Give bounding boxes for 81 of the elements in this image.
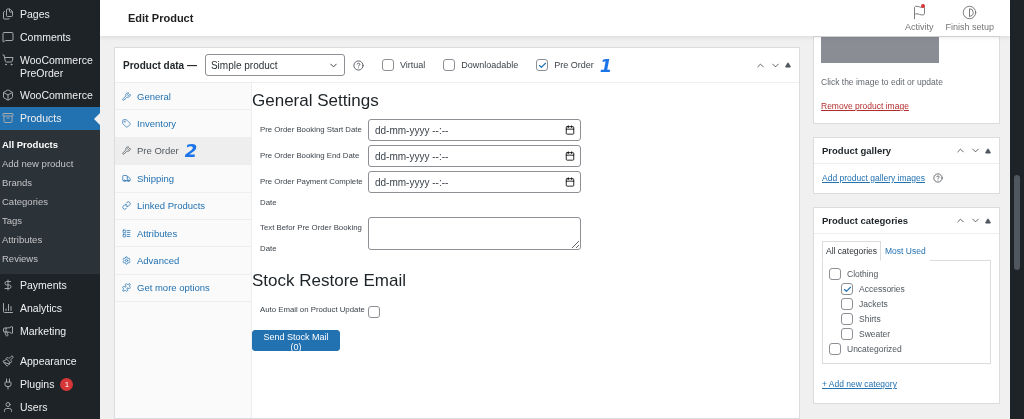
panel-tab[interactable]: Pre Order 2 <box>115 137 251 166</box>
submenu-item[interactable]: Brands <box>0 173 100 192</box>
submenu-item[interactable]: Attributes <box>0 230 100 249</box>
calendar-icon[interactable] <box>565 177 575 187</box>
truck-icon <box>122 173 131 183</box>
scrollbar[interactable] <box>1010 0 1024 419</box>
image-caption: Click the image to edit or update <box>821 77 944 87</box>
card-title: Product categories <box>822 215 909 226</box>
tag-icon <box>122 119 131 129</box>
submenu-item[interactable]: Add new product <box>0 154 100 173</box>
collapse-icon[interactable] <box>785 62 791 68</box>
checkbox[interactable] <box>536 59 549 71</box>
category-label: Shirts <box>859 314 881 324</box>
collapse-icon[interactable] <box>985 217 991 224</box>
sidebar-item[interactable]: Pages <box>0 3 100 26</box>
count-badge: 1 <box>60 378 74 391</box>
category-tab[interactable]: All categories <box>822 241 882 261</box>
sidebar-item[interactable]: Appearance <box>0 350 100 373</box>
date-field[interactable]: dd-mm-yyyy --:-- <box>368 171 581 193</box>
checkbox[interactable] <box>368 306 380 318</box>
category-label: Accessories <box>859 284 905 294</box>
paintbrush-icon <box>2 352 16 367</box>
category-label: Uncategorized <box>847 344 902 354</box>
annotation-number: 1 <box>599 54 613 76</box>
wrench-icon <box>122 146 131 156</box>
date-field[interactable]: dd-mm-yyyy --:-- <box>368 145 581 167</box>
submenu-item[interactable]: Tags <box>0 211 100 230</box>
product-type-select[interactable]: Simple product <box>204 54 345 76</box>
sidebar-item[interactable]: Products <box>0 107 100 130</box>
link-icon <box>122 201 131 211</box>
add-gallery-link[interactable]: Add product gallery images <box>822 173 925 183</box>
help-icon[interactable] <box>933 173 943 183</box>
section-heading: Stock Restore Email <box>252 271 407 291</box>
checkbox[interactable] <box>829 343 841 355</box>
header-action[interactable]: Finish setup <box>939 4 1000 32</box>
panel-title: Product data — <box>123 59 197 71</box>
option-label: Pre Order <box>554 60 594 70</box>
add-category-link[interactable]: + Add new category <box>822 379 897 389</box>
collapse-icon[interactable] <box>985 147 991 154</box>
flag-icon <box>911 4 927 20</box>
sidebar-item[interactable]: WooCommerce PreOrder <box>0 49 100 77</box>
option-label: Virtual <box>399 60 426 70</box>
annotation-number: 2 <box>184 140 198 162</box>
section-heading: General Settings <box>252 91 380 111</box>
checkbox[interactable] <box>381 59 394 71</box>
sidebar-item[interactable]: Users <box>0 396 100 419</box>
category-label: Sweater <box>859 329 891 339</box>
checkbox[interactable] <box>841 298 853 310</box>
category-label: Clothing <box>847 269 879 279</box>
pages-icon <box>2 5 16 20</box>
checkbox[interactable] <box>841 328 853 340</box>
cart-icon <box>2 51 16 66</box>
checkbox[interactable] <box>841 283 853 295</box>
sidebar-item[interactable]: Comments <box>0 26 100 49</box>
calendar-icon[interactable] <box>565 151 575 161</box>
submenu-item[interactable]: Categories <box>0 192 100 211</box>
sidebar-item[interactable]: WooCommerce <box>0 84 100 107</box>
half-circle-icon <box>962 4 978 20</box>
submenu-item[interactable]: Reviews <box>0 249 100 268</box>
date-field[interactable]: dd-mm-yyyy --:-- <box>368 119 581 141</box>
option-label: Downloadable <box>461 60 519 70</box>
sidebar-item[interactable]: Marketing <box>0 320 100 343</box>
page-title: Edit Product <box>128 12 195 24</box>
checkbox[interactable] <box>829 268 841 280</box>
sidebar-item[interactable]: Payments <box>0 274 100 297</box>
card-title: Product gallery <box>822 145 892 156</box>
list-icon <box>122 228 131 238</box>
checkbox[interactable] <box>841 313 853 325</box>
submenu-item[interactable]: All Products <box>0 135 100 154</box>
sidebar-item[interactable]: Plugins 1 <box>0 373 100 396</box>
sidebar-item[interactable]: Analytics <box>0 297 100 320</box>
gear-icon <box>122 256 131 266</box>
puzzle-icon <box>122 283 131 293</box>
help-icon[interactable] <box>352 59 364 71</box>
text-area[interactable] <box>368 217 581 250</box>
checkbox[interactable] <box>443 59 456 71</box>
wrench-icon <box>122 91 131 101</box>
category-label: Jackets <box>859 299 888 309</box>
header-action[interactable]: Activity <box>898 4 940 32</box>
calendar-icon[interactable] <box>565 125 575 135</box>
remove-image-link[interactable]: Remove product image <box>821 101 999 111</box>
